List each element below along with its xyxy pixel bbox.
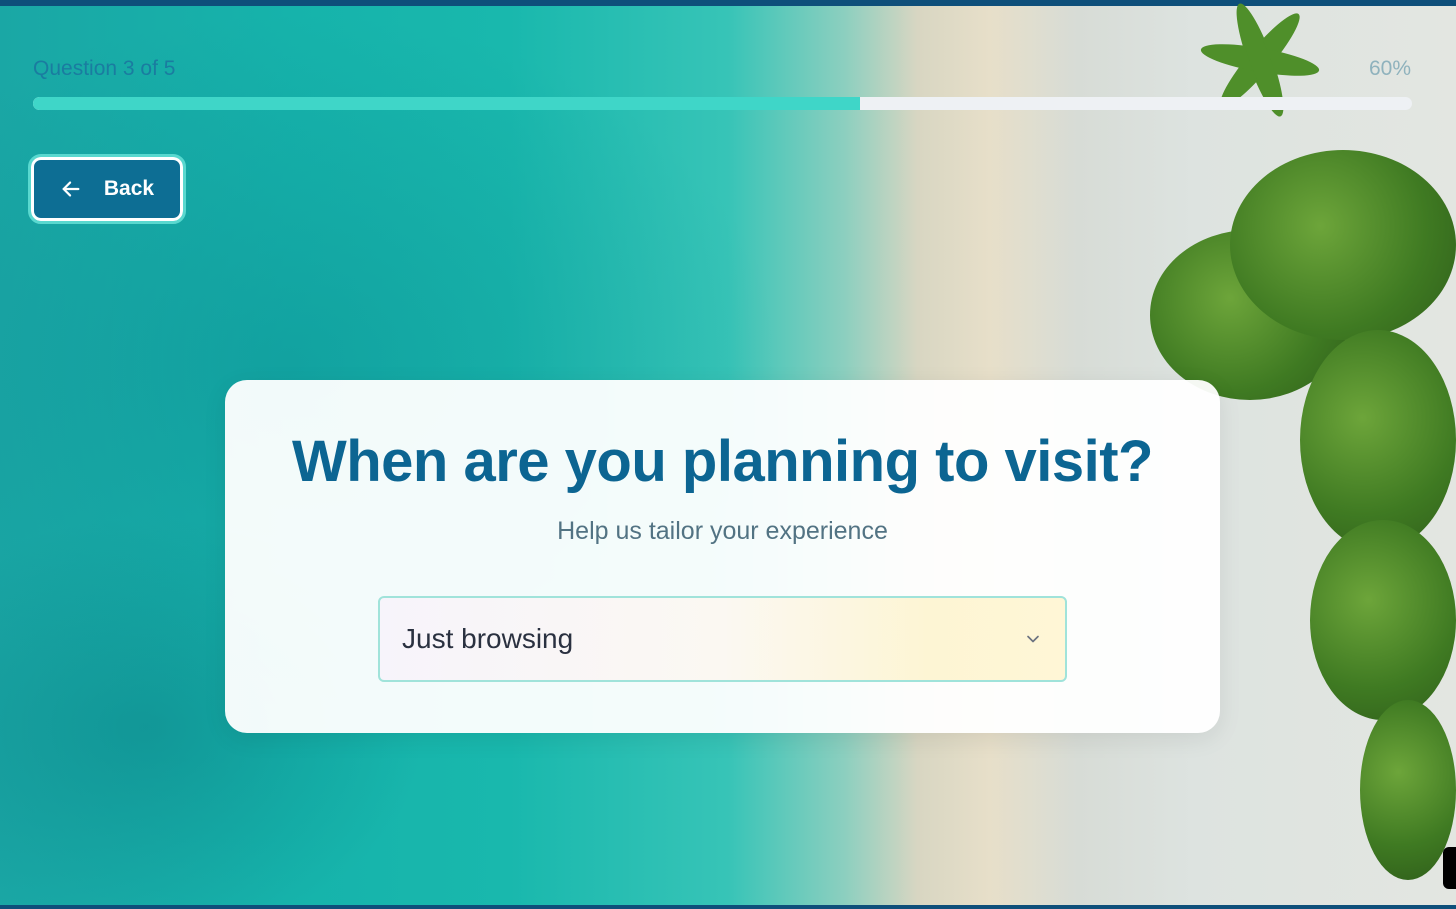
corner-widget[interactable] bbox=[1443, 847, 1456, 889]
visit-time-select[interactable]: Just browsing bbox=[378, 596, 1067, 682]
progress-bar-fill bbox=[33, 97, 861, 110]
tree-decoration bbox=[1310, 520, 1456, 720]
palm-tree-icon bbox=[1200, 3, 1320, 117]
question-title: When are you planning to visit? bbox=[292, 429, 1154, 494]
quiz-page: Question 3 of 5 60% Back When are you pl… bbox=[0, 0, 1456, 909]
chevron-down-icon bbox=[1027, 635, 1039, 643]
question-subtitle: Help us tailor your experience bbox=[557, 517, 888, 545]
back-button-label: Back bbox=[103, 177, 155, 200]
progress-label: Question 3 of 5 bbox=[33, 57, 176, 80]
select-value: Just browsing bbox=[402, 623, 574, 654]
progress-bar bbox=[33, 97, 1412, 110]
tree-decoration bbox=[1300, 330, 1456, 550]
bottom-stripe bbox=[0, 905, 1456, 909]
arrow-left-icon bbox=[62, 181, 80, 197]
progress-percent: 60% bbox=[1368, 57, 1411, 80]
tree-decoration bbox=[1230, 150, 1456, 340]
back-button[interactable]: Back bbox=[28, 154, 186, 224]
tree-decoration bbox=[1360, 700, 1456, 880]
question-card: When are you planning to visit? Help us … bbox=[225, 380, 1220, 733]
